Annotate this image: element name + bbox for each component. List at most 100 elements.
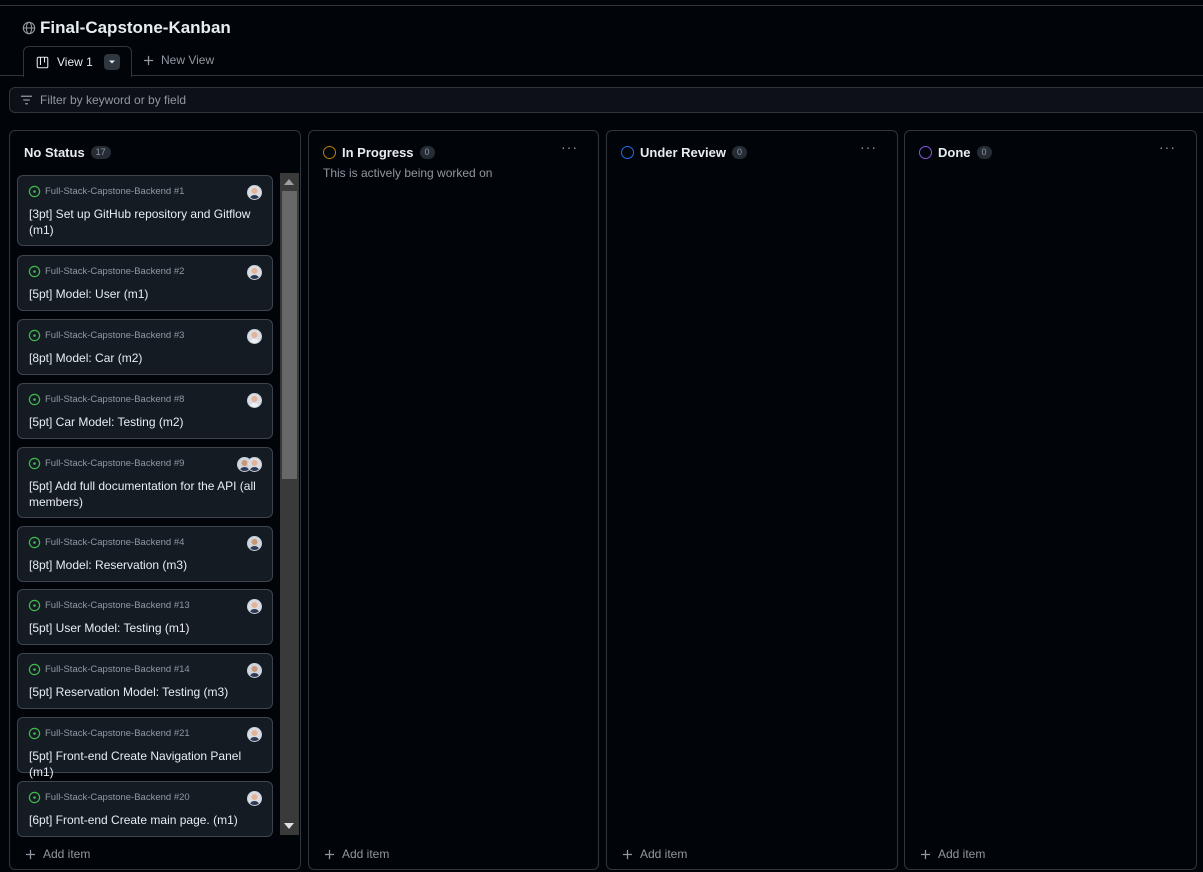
card-title[interactable]: [5pt] Model: User (m1) bbox=[29, 287, 257, 303]
chevron-down-icon[interactable] bbox=[103, 54, 120, 70]
new-view-button[interactable]: New View bbox=[143, 53, 214, 67]
globe-icon bbox=[22, 21, 36, 35]
column-name: Under Review bbox=[640, 144, 726, 160]
scroll-down-arrow-icon[interactable] bbox=[284, 823, 294, 829]
card-title[interactable]: [5pt] Front-end Create Navigation Panel … bbox=[29, 749, 257, 780]
assignee-avatar[interactable] bbox=[247, 393, 262, 408]
scroll-up-arrow-icon[interactable] bbox=[284, 179, 294, 185]
issue-card[interactable]: Full-Stack-Capstone-Backend #1 [3pt] Set… bbox=[17, 175, 273, 246]
card-repo-label: Full-Stack-Capstone-Backend #20 bbox=[45, 792, 190, 803]
card-title[interactable]: [5pt] User Model: Testing (m1) bbox=[29, 621, 257, 637]
card-repo-label: Full-Stack-Capstone-Backend #2 bbox=[45, 266, 185, 277]
add-item-label: Add item bbox=[342, 847, 390, 861]
column-count: 17 bbox=[90, 145, 111, 159]
top-border bbox=[0, 0, 1203, 6]
plus-icon bbox=[920, 849, 931, 859]
tab-view-1-label: View 1 bbox=[57, 55, 93, 69]
card-title[interactable]: [6pt] Front-end Create main page. (m1) bbox=[29, 813, 257, 829]
assignee-avatar[interactable] bbox=[247, 599, 262, 614]
card-repo-label: Full-Stack-Capstone-Backend #13 bbox=[45, 600, 190, 611]
card-title[interactable]: [5pt] Reservation Model: Testing (m3) bbox=[29, 685, 257, 701]
plus-icon bbox=[324, 849, 335, 859]
filter-placeholder: Filter by keyword or by field bbox=[40, 93, 187, 107]
status-circle-icon bbox=[621, 145, 634, 159]
column-done: Done 0 ··· Add item bbox=[904, 130, 1197, 870]
scrollbar-thumb[interactable] bbox=[282, 191, 297, 479]
add-item-label: Add item bbox=[640, 847, 688, 861]
open-issue-icon bbox=[28, 457, 41, 470]
issue-card[interactable]: Full-Stack-Capstone-Backend #20 [6pt] Fr… bbox=[17, 781, 273, 837]
card-repo-label: Full-Stack-Capstone-Backend #9 bbox=[45, 458, 185, 469]
card-repo: Full-Stack-Capstone-Backend #21 bbox=[28, 727, 190, 740]
column-header: In Progress 0 bbox=[323, 143, 435, 161]
issue-card[interactable]: Full-Stack-Capstone-Backend #21 [5pt] Fr… bbox=[17, 717, 273, 779]
card-repo: Full-Stack-Capstone-Backend #3 bbox=[28, 329, 184, 342]
issue-card[interactable]: Full-Stack-Capstone-Backend #9 [5pt] Add… bbox=[17, 447, 273, 518]
open-issue-icon bbox=[28, 536, 41, 549]
open-issue-icon bbox=[28, 791, 41, 804]
card-repo-label: Full-Stack-Capstone-Backend #4 bbox=[45, 537, 185, 548]
card-repo: Full-Stack-Capstone-Backend #20 bbox=[28, 791, 190, 804]
card-repo: Full-Stack-Capstone-Backend #1 bbox=[28, 185, 184, 198]
assignee-avatar[interactable] bbox=[247, 457, 262, 472]
issue-card[interactable]: Full-Stack-Capstone-Backend #4 [8pt] Mod… bbox=[17, 526, 273, 582]
assignee-avatar[interactable] bbox=[247, 663, 262, 678]
column-count: 0 bbox=[976, 145, 992, 159]
view-tabs: View 1 New View bbox=[0, 44, 1203, 77]
card-title[interactable]: [5pt] Car Model: Testing (m2) bbox=[29, 415, 257, 431]
filter-input[interactable]: Filter by keyword or by field bbox=[9, 87, 1203, 113]
tab-view-1[interactable]: View 1 bbox=[23, 46, 132, 77]
open-issue-icon bbox=[28, 265, 41, 278]
column-header: Done 0 bbox=[919, 143, 992, 161]
more-options-icon[interactable]: ··· bbox=[561, 139, 578, 155]
add-item-button[interactable]: Add item bbox=[622, 847, 687, 861]
card-title[interactable]: [3pt] Set up GitHub repository and Gitfl… bbox=[29, 207, 257, 238]
add-item-button[interactable]: Add item bbox=[25, 847, 90, 861]
column-header: No Status 17 bbox=[24, 143, 111, 161]
card-repo-label: Full-Stack-Capstone-Backend #1 bbox=[45, 186, 185, 197]
card-title[interactable]: [8pt] Model: Reservation (m3) bbox=[29, 558, 257, 574]
issue-card[interactable]: Full-Stack-Capstone-Backend #8 [5pt] Car… bbox=[17, 383, 273, 439]
card-list-scrollbar[interactable] bbox=[280, 173, 299, 835]
more-options-icon[interactable]: ··· bbox=[860, 139, 877, 155]
open-issue-icon bbox=[28, 727, 41, 740]
card-repo-label: Full-Stack-Capstone-Backend #14 bbox=[45, 664, 190, 675]
card-repo: Full-Stack-Capstone-Backend #2 bbox=[28, 265, 184, 278]
board-icon bbox=[36, 56, 49, 68]
column-under-review: Under Review 0 ··· Add item bbox=[606, 130, 898, 870]
card-title[interactable]: [8pt] Model: Car (m2) bbox=[29, 351, 257, 367]
card-repo: Full-Stack-Capstone-Backend #9 bbox=[28, 457, 184, 470]
assignee-avatar[interactable] bbox=[247, 791, 262, 806]
issue-card[interactable]: Full-Stack-Capstone-Backend #3 [8pt] Mod… bbox=[17, 319, 273, 375]
assignee-avatar[interactable] bbox=[247, 329, 262, 344]
assignee-avatar[interactable] bbox=[247, 185, 262, 200]
new-view-label: New View bbox=[161, 53, 215, 67]
column-in-progress: In Progress 0 ··· This is actively being… bbox=[308, 130, 599, 870]
add-item-button[interactable]: Add item bbox=[920, 847, 985, 861]
more-options-icon[interactable]: ··· bbox=[1159, 139, 1176, 155]
issue-card[interactable]: Full-Stack-Capstone-Backend #14 [5pt] Re… bbox=[17, 653, 273, 709]
project-title: Final-Capstone-Kanban bbox=[40, 18, 231, 37]
status-circle-icon bbox=[919, 145, 932, 159]
column-name: No Status bbox=[24, 144, 85, 160]
open-issue-icon bbox=[28, 393, 41, 406]
issue-card[interactable]: Full-Stack-Capstone-Backend #13 [5pt] Us… bbox=[17, 589, 273, 645]
card-repo: Full-Stack-Capstone-Backend #8 bbox=[28, 393, 184, 406]
assignee-avatar[interactable] bbox=[247, 265, 262, 280]
open-issue-icon bbox=[28, 185, 41, 198]
assignee-avatar[interactable] bbox=[247, 536, 262, 551]
issue-card[interactable]: Full-Stack-Capstone-Backend #2 [5pt] Mod… bbox=[17, 255, 273, 311]
add-item-button[interactable]: Add item bbox=[324, 847, 389, 861]
card-repo: Full-Stack-Capstone-Backend #14 bbox=[28, 663, 190, 676]
add-item-label: Add item bbox=[43, 847, 91, 861]
card-repo-label: Full-Stack-Capstone-Backend #21 bbox=[45, 728, 190, 739]
column-header: Under Review 0 bbox=[621, 143, 747, 161]
assignee-avatar[interactable] bbox=[247, 727, 262, 742]
column-no-status: No Status 17 Full-Stack-Capstone-Backend… bbox=[9, 130, 301, 870]
column-name: In Progress bbox=[342, 144, 414, 160]
column-count: 0 bbox=[731, 145, 747, 159]
card-title[interactable]: [5pt] Add full documentation for the API… bbox=[29, 479, 257, 510]
open-issue-icon bbox=[28, 599, 41, 612]
status-circle-icon bbox=[323, 145, 336, 159]
plus-icon bbox=[622, 849, 633, 859]
